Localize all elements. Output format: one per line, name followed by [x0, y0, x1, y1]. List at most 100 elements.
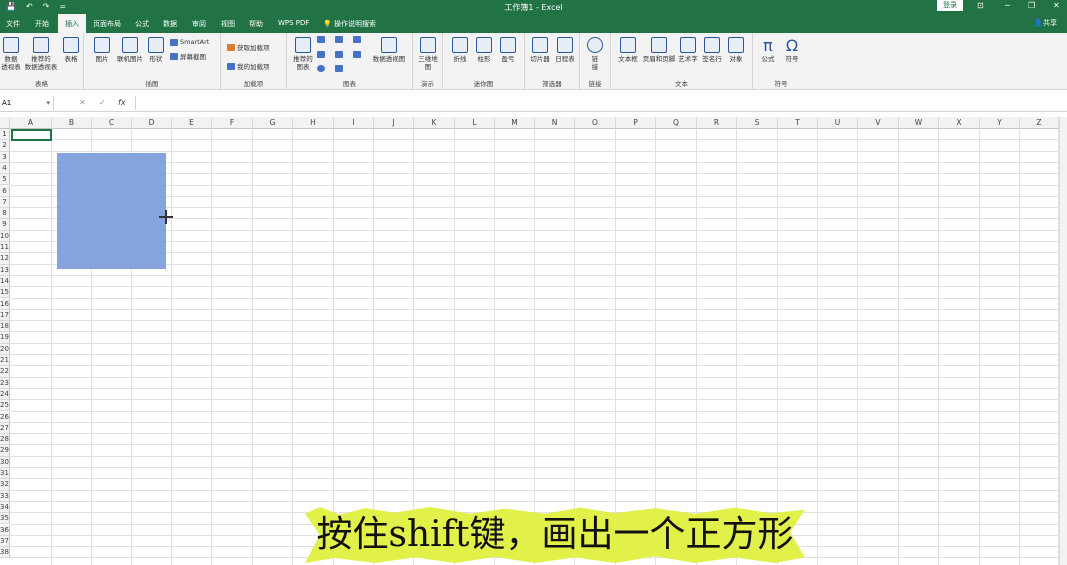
column-header[interactable]: B — [52, 117, 92, 129]
row-header[interactable]: 18 — [0, 321, 10, 333]
column-header[interactable]: I — [334, 117, 374, 129]
column-header[interactable]: Q — [656, 117, 697, 129]
link-button[interactable]: 链 接 — [586, 37, 604, 71]
row-header[interactable]: 12 — [0, 253, 10, 265]
column-header[interactable]: D — [132, 117, 172, 129]
tab-insert[interactable]: 插入 — [58, 14, 86, 33]
row-header[interactable]: 33 — [0, 490, 10, 502]
column-header[interactable]: A — [10, 117, 52, 129]
column-header[interactable]: M — [495, 117, 535, 129]
symbol-button[interactable]: Ω 符号 — [783, 37, 801, 64]
minimize-button[interactable]: ─ — [1005, 1, 1010, 10]
textbox-button[interactable]: 文本框 — [617, 37, 639, 63]
row-header[interactable]: 17 — [0, 309, 10, 322]
row-header[interactable]: 38 — [0, 547, 10, 559]
smartart-button[interactable]: SmartArt — [170, 38, 209, 46]
recommended-pivot-button[interactable]: 推荐的 数据透视表 — [22, 37, 60, 71]
column-header[interactable]: W — [899, 117, 939, 129]
hierarchy-chart-button[interactable] — [335, 36, 343, 43]
row-header[interactable]: 30 — [0, 456, 10, 468]
row-header[interactable]: 25 — [0, 400, 10, 412]
sparkline-line-button[interactable]: 折线 — [451, 37, 469, 63]
tab-review[interactable]: 审阅 — [192, 19, 206, 29]
row-header[interactable]: 22 — [0, 366, 10, 378]
enter-icon[interactable]: ✓ — [99, 98, 106, 107]
tell-me-search[interactable]: 💡 操作说明搜索 — [323, 19, 376, 29]
signature-line-button[interactable]: 签名行 — [701, 37, 723, 63]
row-header[interactable]: 37 — [0, 535, 10, 548]
row-header[interactable]: 14 — [0, 275, 10, 288]
cancel-icon[interactable]: ✕ — [79, 98, 86, 107]
online-pictures-button[interactable]: 联机图片 — [115, 37, 145, 63]
row-header[interactable]: 36 — [0, 524, 10, 536]
row-header[interactable]: 27 — [0, 422, 10, 435]
column-header[interactable]: S — [737, 117, 778, 129]
restore-button[interactable]: ❐ — [1028, 1, 1035, 10]
row-header[interactable]: 29 — [0, 445, 10, 457]
pivottable-button[interactable]: 数据 透视表 — [1, 37, 21, 71]
row-header[interactable]: 19 — [0, 332, 10, 344]
pictures-button[interactable]: 图片 — [94, 37, 110, 63]
sparkline-winloss-button[interactable]: 盈亏 — [499, 37, 517, 63]
object-button[interactable]: 对象 — [726, 37, 746, 63]
pivotchart-button[interactable]: 数据透视图 — [371, 37, 407, 63]
combo-chart-button[interactable] — [353, 51, 361, 58]
row-header[interactable]: 15 — [0, 287, 10, 299]
ribbon-display-icon[interactable]: ⊡ — [977, 1, 984, 10]
row-header[interactable]: 13 — [0, 264, 10, 276]
header-footer-button[interactable]: 页眉和页脚 — [641, 37, 677, 63]
my-addins-button[interactable]: 我的加载项 — [227, 61, 270, 71]
column-header[interactable]: K — [414, 117, 455, 129]
pie-chart-button[interactable] — [317, 65, 325, 72]
waterfall-chart-button[interactable] — [353, 36, 361, 43]
function-icon[interactable]: fx — [118, 98, 126, 107]
formula-input[interactable] — [135, 96, 1059, 110]
column-header[interactable]: Z — [1020, 117, 1059, 129]
screenshot-button[interactable]: 屏幕截图 — [170, 51, 206, 61]
column-header[interactable]: U — [818, 117, 858, 129]
timeline-button[interactable]: 日程表 — [553, 37, 577, 63]
name-box[interactable]: A1 ▾ — [0, 96, 54, 110]
tab-help[interactable]: 帮助 — [249, 19, 263, 29]
row-header[interactable]: 28 — [0, 434, 10, 446]
chevron-down-icon[interactable]: ▾ — [46, 99, 50, 107]
login-button[interactable]: 登录 — [937, 0, 963, 11]
row-header[interactable]: 9 — [0, 219, 10, 231]
column-header[interactable]: R — [697, 117, 737, 129]
tab-home[interactable]: 开始 — [35, 19, 49, 29]
scatter-chart-button[interactable] — [335, 65, 343, 72]
tab-view[interactable]: 视图 — [221, 19, 235, 29]
row-header[interactable]: 34 — [0, 501, 10, 514]
row-header[interactable]: 10 — [0, 230, 10, 242]
row-header[interactable]: 4 — [0, 162, 10, 175]
row-header[interactable]: 24 — [0, 388, 10, 401]
tab-wps-pdf[interactable]: WPS PDF — [278, 19, 309, 27]
row-header[interactable]: 35 — [0, 513, 10, 525]
column-header[interactable]: V — [858, 117, 899, 129]
column-header[interactable]: T — [778, 117, 818, 129]
row-header[interactable]: 23 — [0, 377, 10, 389]
row-header[interactable]: 31 — [0, 468, 10, 480]
row-header[interactable]: 1 — [0, 129, 10, 141]
row-header[interactable]: 7 — [0, 196, 10, 209]
column-header[interactable]: F — [212, 117, 253, 129]
recommended-charts-button[interactable]: 推荐的 图表 — [290, 37, 316, 71]
column-header[interactable]: C — [92, 117, 132, 129]
row-header[interactable]: 16 — [0, 298, 10, 310]
column-header[interactable]: X — [939, 117, 980, 129]
column-header[interactable]: H — [293, 117, 334, 129]
get-addins-button[interactable]: 获取加载项 — [227, 42, 270, 52]
equation-button[interactable]: π 公式 — [759, 37, 777, 64]
3d-map-button[interactable]: 三维地 图 — [417, 37, 439, 71]
share-button[interactable]: 👤共享 — [1034, 18, 1057, 28]
row-header[interactable]: 3 — [0, 151, 10, 163]
column-header[interactable]: P — [616, 117, 656, 129]
tab-data[interactable]: 数据 — [163, 19, 177, 29]
tab-page-layout[interactable]: 页面布局 — [93, 19, 121, 29]
row-header[interactable]: 32 — [0, 479, 10, 491]
column-header[interactable]: G — [253, 117, 293, 129]
drawn-rectangle-shape[interactable] — [57, 153, 166, 269]
row-header[interactable]: 5 — [0, 174, 10, 186]
shapes-button[interactable]: 形状 — [147, 37, 165, 63]
column-header[interactable]: L — [455, 117, 495, 129]
